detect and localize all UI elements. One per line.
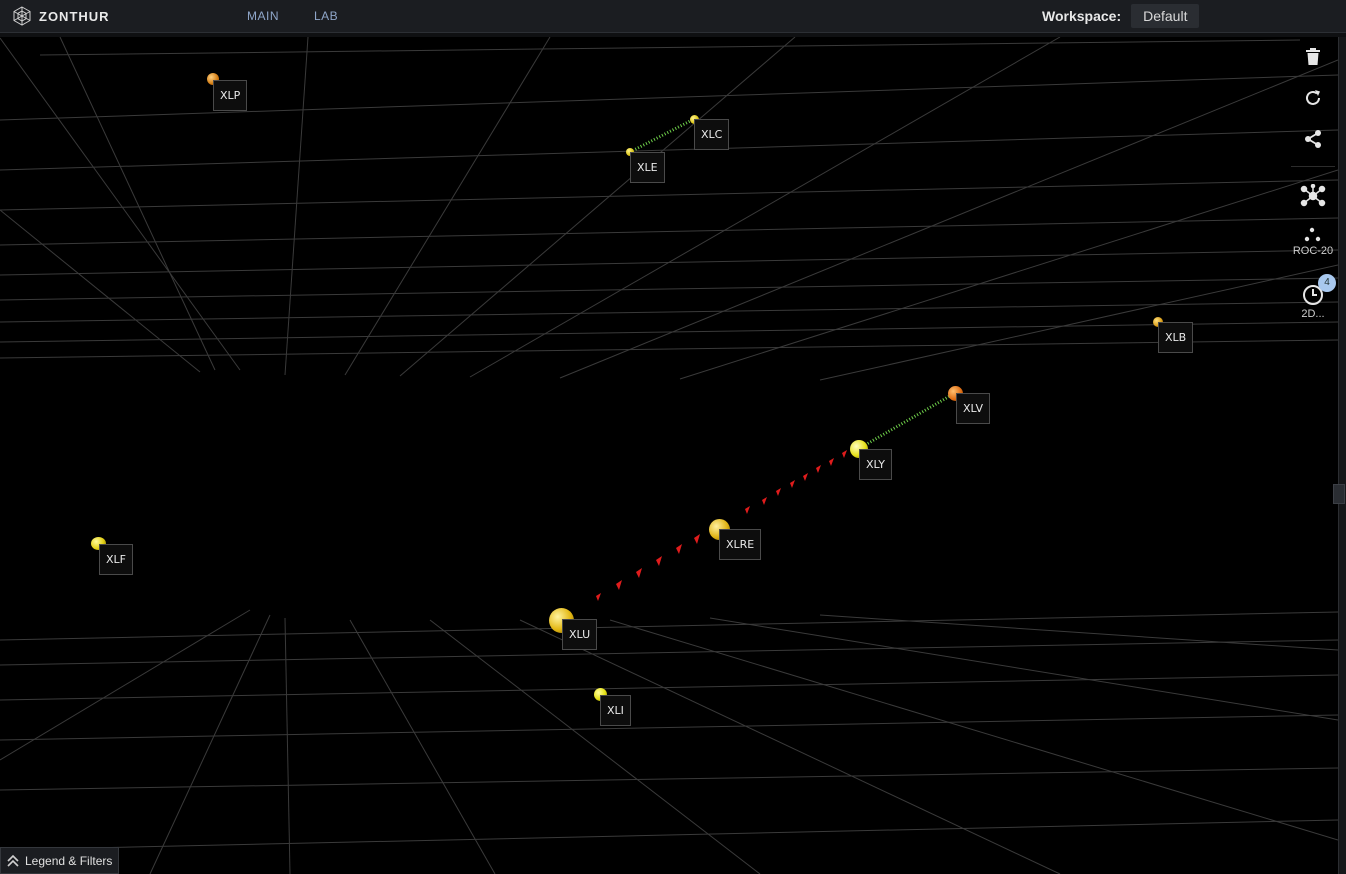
logo-icon xyxy=(13,6,31,26)
history-caption: 2D... xyxy=(1301,308,1325,320)
roc-filter-button[interactable]: ROC-20 xyxy=(1288,227,1338,257)
trash-icon xyxy=(1306,48,1320,65)
roc-caption: ROC-20 xyxy=(1292,245,1334,257)
workspace-dropdown[interactable]: Default xyxy=(1131,4,1200,28)
legend-label: Legend & Filters xyxy=(25,853,113,868)
workspace-label: Workspace: xyxy=(1042,8,1122,24)
node-label[interactable]: XLRE xyxy=(719,529,762,560)
top-bar: ZONTHUR MAIN LAB Workspace: Default xyxy=(0,0,1346,33)
refresh-button[interactable] xyxy=(1288,89,1338,107)
history-button[interactable]: 2D... 4 xyxy=(1288,274,1338,320)
refresh-icon xyxy=(1306,90,1320,105)
right-panel-edge xyxy=(1338,37,1346,874)
node-label[interactable]: XLE xyxy=(630,152,665,183)
app-logo[interactable]: ZONTHUR xyxy=(12,6,110,26)
perspective-grid xyxy=(0,37,1338,874)
link-xly-xlv xyxy=(859,391,956,450)
history-count-badge: 4 xyxy=(1318,274,1336,292)
node-label[interactable]: XLV xyxy=(956,393,990,424)
link-xle-xlc xyxy=(629,117,695,154)
node-label[interactable]: XLC xyxy=(694,119,730,150)
graph-canvas[interactable]: XLP XLC XLE XLB XLV XLY XLRE XLF XLU XLI xyxy=(0,37,1338,874)
node-label[interactable]: XLP xyxy=(213,80,248,111)
nav-main[interactable]: MAIN xyxy=(247,9,279,23)
node-label[interactable]: XLB xyxy=(1158,322,1194,353)
double-chevron-up-icon xyxy=(7,854,19,867)
nav-lab[interactable]: LAB xyxy=(314,9,338,23)
node-label[interactable]: XLY xyxy=(859,449,892,480)
toolbar-divider xyxy=(1291,166,1335,167)
delete-button[interactable] xyxy=(1288,48,1338,66)
network-layout-button[interactable] xyxy=(1288,184,1338,208)
share-icon xyxy=(1305,130,1321,148)
node-label[interactable]: XLI xyxy=(600,695,631,726)
share-button[interactable] xyxy=(1288,129,1338,149)
workspace-selector: Workspace: Default xyxy=(1042,4,1200,28)
node-label[interactable]: XLU xyxy=(562,619,598,650)
node-label[interactable]: XLF xyxy=(99,544,133,575)
legend-filters-button[interactable]: Legend & Filters xyxy=(0,847,120,874)
brand-name: ZONTHUR xyxy=(39,8,110,24)
panel-resize-handle[interactable] xyxy=(1333,484,1345,504)
network-icon xyxy=(1300,184,1326,207)
nodes-icon xyxy=(1304,227,1321,242)
